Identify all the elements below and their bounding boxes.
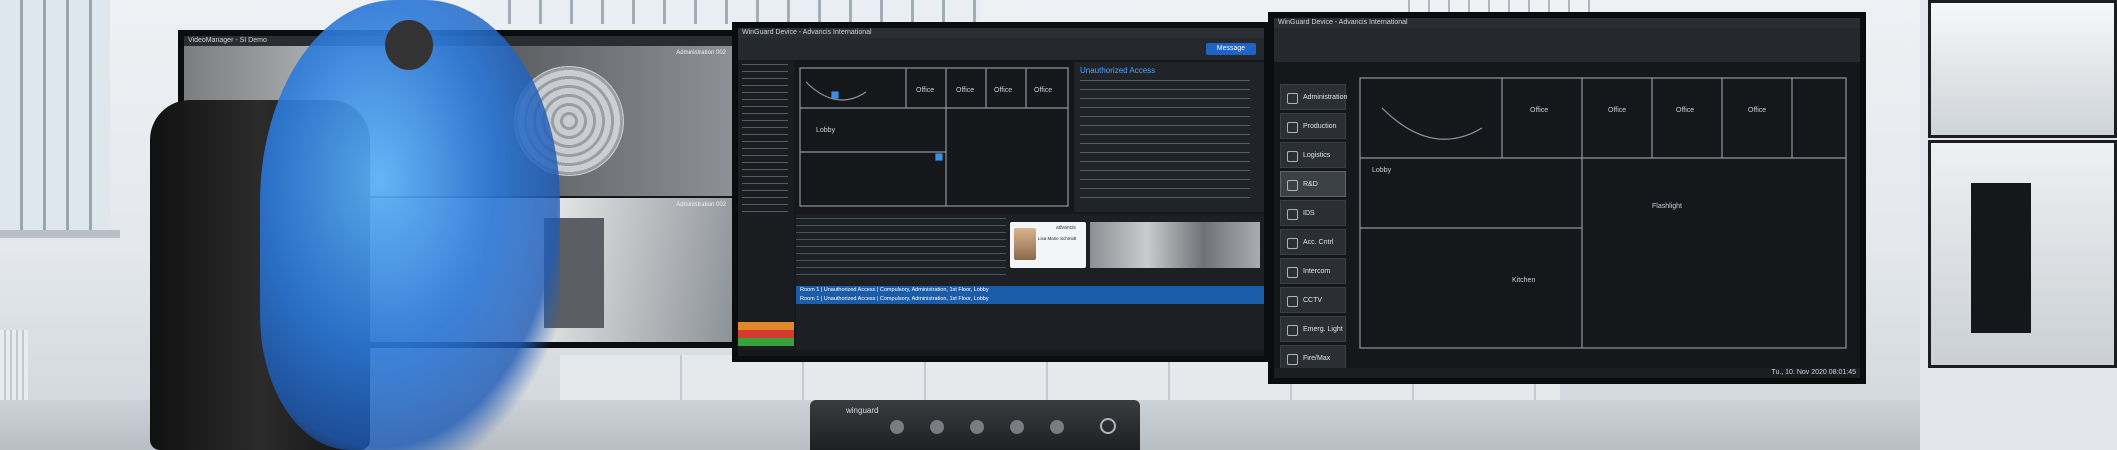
id-card-company: advancis xyxy=(1056,225,1076,231)
truck-icon xyxy=(1287,151,1298,162)
id-card-photo xyxy=(1014,228,1036,260)
window-sill-left xyxy=(0,230,120,238)
menu-item-cctv[interactable]: CCTV xyxy=(1280,287,1346,313)
center-room-office-1: Office xyxy=(916,87,934,94)
right-status-bar: Tu., 10. Nov 2020 08:01:45 xyxy=(1274,368,1860,378)
center-room-office-4: Office xyxy=(1034,87,1052,94)
id-card: advancis Lisa Marie Schmidt xyxy=(1010,222,1086,268)
center-window-title: WinGuard Device - Advancis International xyxy=(738,28,1264,38)
alarm-title: Unauthorized Access xyxy=(1080,66,1156,75)
center-monitor: WinGuard Device - Advancis International… xyxy=(732,22,1270,362)
building-icon xyxy=(1287,93,1298,104)
photo-server-room xyxy=(1928,140,2117,368)
right-room-office-2: Office xyxy=(1608,107,1626,114)
window-frames-left xyxy=(0,0,110,230)
shield-icon xyxy=(1287,209,1298,220)
radiator xyxy=(0,330,28,410)
server-rack xyxy=(1971,183,2031,333)
event-log-lines xyxy=(796,218,1006,278)
ceiling-windows xyxy=(480,0,980,24)
right-floor-plan: Office Office Office Office Lobby Flashl… xyxy=(1359,77,1847,349)
flask-icon xyxy=(1287,180,1298,191)
right-room-kitchen: Kitchen xyxy=(1512,277,1535,284)
control-room-scene: VideoManager - SI Demo Administration 00… xyxy=(0,0,2117,450)
right-room-office-3: Office xyxy=(1676,107,1694,114)
center-room-office-3: Office xyxy=(994,87,1012,94)
id-card-name: Lisa Marie Schmidt xyxy=(1038,236,1077,241)
menu-item-production[interactable]: Production xyxy=(1280,113,1346,139)
light-icon xyxy=(1287,325,1298,336)
headset-icon xyxy=(385,20,433,70)
event-row[interactable]: Room 1 | Unauthorized Access | Compulsor… xyxy=(796,295,1264,304)
right-side-menu: Administration Production Logistics R&D … xyxy=(1280,84,1347,374)
console-button[interactable] xyxy=(930,420,944,434)
right-toolbar xyxy=(1274,28,1860,62)
console-button[interactable] xyxy=(1010,420,1024,434)
center-tree-panel xyxy=(738,60,794,350)
key-icon xyxy=(1287,238,1298,249)
camera-label-bottom: Administration 002 xyxy=(676,202,726,208)
right-monitor: WinGuard Device - Advancis International… xyxy=(1268,12,1866,384)
console-button[interactable] xyxy=(1050,420,1064,434)
live-camera-thumb xyxy=(1090,222,1260,268)
alarm-detail-panel: Unauthorized Access xyxy=(1074,62,1264,212)
right-room-flashlight: Flashlight xyxy=(1652,203,1682,210)
center-toolbar: Message xyxy=(738,38,1264,60)
alarm-lines xyxy=(1080,80,1250,200)
control-console: winguard xyxy=(810,400,1140,450)
message-button[interactable]: Message xyxy=(1206,43,1256,55)
console-button[interactable] xyxy=(970,420,984,434)
center-floor-plan: Office Office Office Office Lobby xyxy=(799,67,1069,207)
menu-item-emerg-light[interactable]: Emerg. Light xyxy=(1280,316,1346,342)
factory-icon xyxy=(1287,122,1298,133)
menu-item-rnd[interactable]: R&D xyxy=(1280,171,1346,197)
camera-label-top: Administration 002 xyxy=(676,50,726,56)
right-room-office-4: Office xyxy=(1748,107,1766,114)
status-bar-date: Tu., 10. Nov 2020 08:01:45 xyxy=(1771,369,1856,376)
console-brand: winguard xyxy=(846,406,879,415)
event-rows: Room 1 | Unauthorized Access | Compulsor… xyxy=(796,286,1264,304)
tree-lines xyxy=(742,64,788,214)
right-window-title: WinGuard Device - Advancis International xyxy=(1274,18,1860,28)
center-room-lobby: Lobby xyxy=(816,127,836,134)
camera-icon xyxy=(1287,296,1298,307)
right-room-office-1: Office xyxy=(1530,107,1548,114)
menu-item-logistics[interactable]: Logistics xyxy=(1280,142,1346,168)
status-green xyxy=(738,338,794,346)
menu-item-intercom[interactable]: Intercom xyxy=(1280,258,1346,284)
menu-item-administration[interactable]: Administration xyxy=(1280,84,1347,110)
right-room-lobby: Lobby xyxy=(1372,167,1392,174)
photo-office xyxy=(1928,0,2117,138)
event-list: advancis Lisa Marie Schmidt Room 1 | Una… xyxy=(796,214,1264,350)
fire-icon xyxy=(1287,354,1298,365)
right-photo-wall xyxy=(1920,0,2117,450)
power-icon[interactable] xyxy=(1100,418,1116,434)
menu-item-ids[interactable]: IDS xyxy=(1280,200,1346,226)
status-orange xyxy=(738,322,794,330)
center-room-office-2: Office xyxy=(956,87,974,94)
intercom-icon xyxy=(1287,267,1298,278)
status-red xyxy=(738,330,794,338)
event-row[interactable]: Room 1 | Unauthorized Access | Compulsor… xyxy=(796,286,1264,295)
menu-item-acc-cntrl[interactable]: Acc. Cntrl xyxy=(1280,229,1346,255)
console-button[interactable] xyxy=(890,420,904,434)
